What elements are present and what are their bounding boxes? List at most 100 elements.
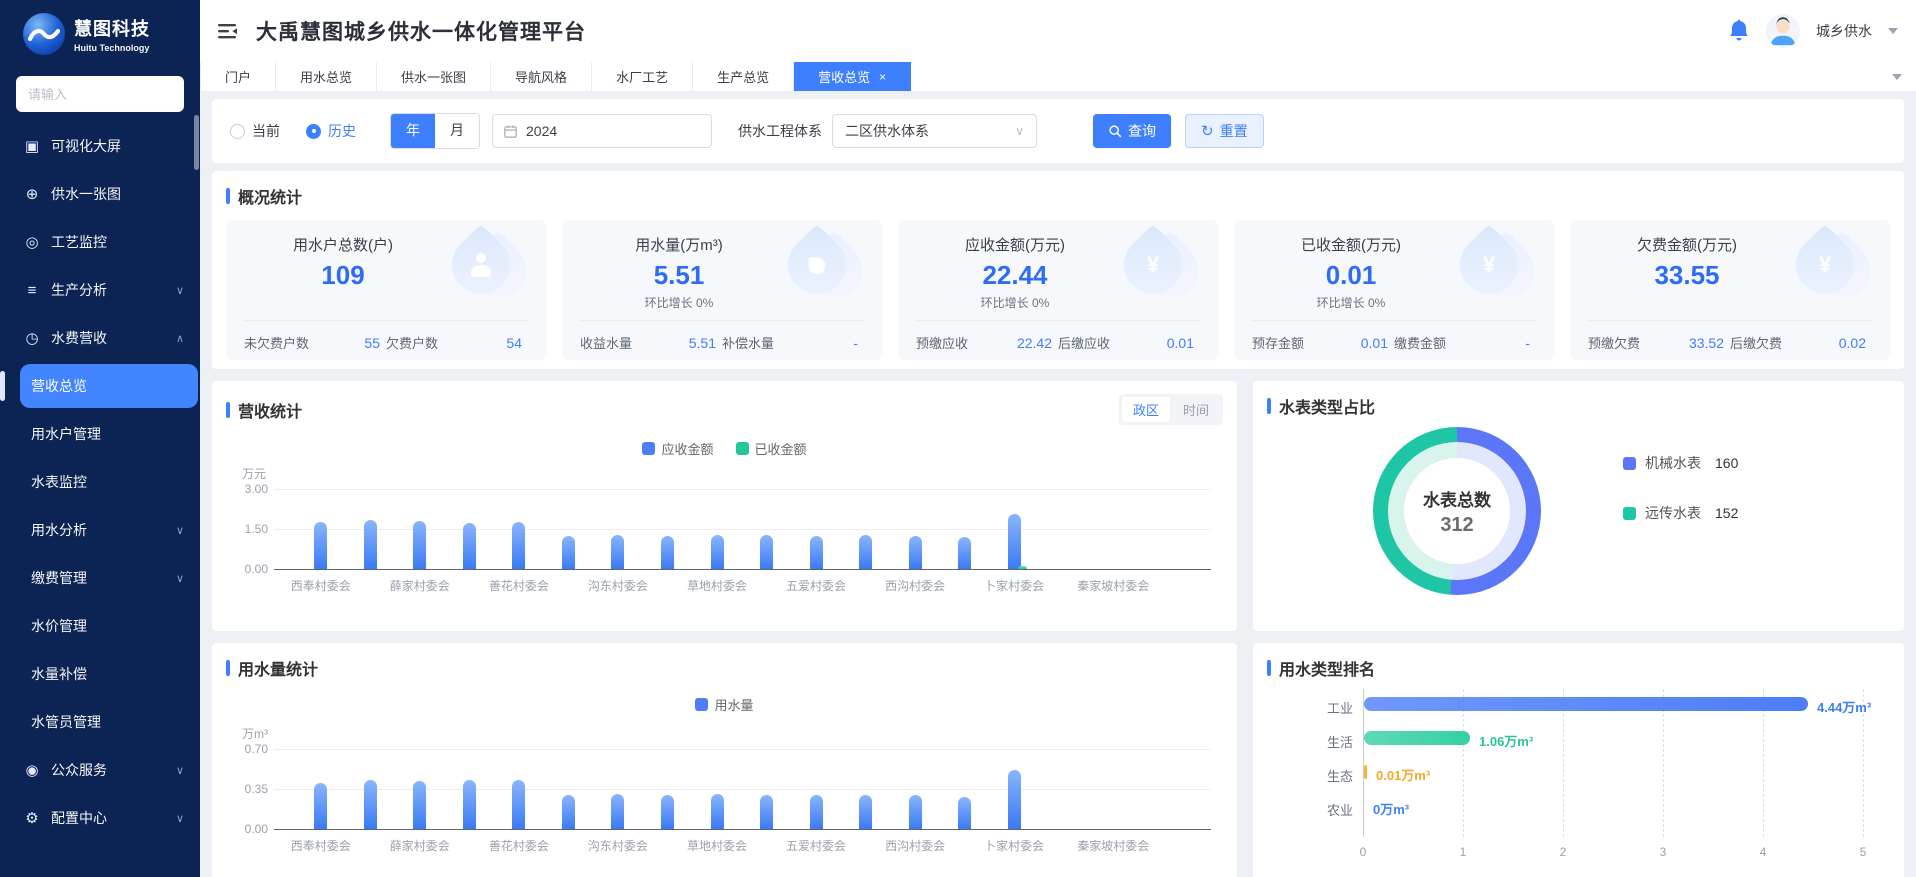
stat-subitem-value: 55 (309, 335, 386, 351)
sidebar-item-13[interactable]: ◉公众服务∨ (0, 746, 200, 794)
radio-dot-icon (230, 124, 245, 139)
meter-type-title: 水表类型占比 (1267, 394, 1375, 418)
bell-icon[interactable] (1728, 19, 1750, 43)
rank-value-label: 0万m³ (1373, 799, 1409, 818)
bar-用水量-11 (859, 795, 872, 829)
sidebar-item-label: 营收总览 (31, 376, 87, 396)
stat-card-value: 109 (244, 260, 528, 291)
legend-item[interactable]: 机械水表 160 (1623, 453, 1738, 473)
tab-6[interactable]: 营收总览× (794, 62, 911, 91)
x-axis-label: 西沟村委会 (860, 837, 970, 854)
y-axis-line (1363, 689, 1364, 837)
bar-用水量-3 (463, 780, 476, 829)
tab-0[interactable]: 门户 (200, 62, 276, 91)
sidebar-subitem-8[interactable]: 用水分析∨ (0, 506, 200, 554)
sidebar-item-3[interactable]: ≡生产分析∨ (0, 266, 200, 314)
legend-item[interactable]: 远传水表152 (1623, 503, 1738, 523)
bar-用水量-9 (760, 795, 773, 829)
bar-应收金额-13 (958, 537, 971, 569)
sidebar-item-14[interactable]: ⚙配置中心∨ (0, 794, 200, 842)
bar-用水量-7 (661, 795, 674, 829)
sidebar-subitem-6[interactable]: 用水户管理 (0, 410, 200, 458)
stat-card-value: 33.55 (1588, 260, 1872, 291)
tab-5[interactable]: 生产总览 (693, 62, 794, 91)
sidebar-scrollbar-thumb[interactable] (194, 115, 199, 170)
usage-chart: 万m³0.000.350.70西奉村委会薛家村委会善花村委会沟东村委会草地村委会… (226, 727, 1223, 877)
tab-label: 生产总览 (717, 67, 769, 86)
sidebar-item-label: 水表监控 (31, 472, 87, 492)
tab-label: 门户 (225, 67, 251, 86)
meter-type-panel: 水表类型占比 水表总数 312 机械水表160远传水表152 (1253, 381, 1904, 631)
sidebar-item-4[interactable]: ◷水费营收∧ (0, 314, 200, 362)
period-year-button[interactable]: 年 (391, 114, 435, 148)
legend-swatch (1623, 507, 1636, 520)
scope-radio-group: 当前 历史 (230, 121, 356, 141)
x-axis-label: 五爱村委会 (761, 837, 871, 854)
sidebar-item-1[interactable]: ⊕供水一张图 (0, 170, 200, 218)
revenue-toggle-政区[interactable]: 政区 (1122, 397, 1170, 422)
radio-0[interactable]: 当前 (230, 121, 280, 141)
tab-1[interactable]: 用水总览 (276, 62, 377, 91)
x-tick-label: 1 (1460, 845, 1467, 859)
system-select[interactable]: 二区供水体系 ∨ (832, 114, 1037, 148)
user-name[interactable]: 城乡供水 (1816, 21, 1872, 41)
sidebar-item-label: 缴费管理 (31, 568, 87, 588)
sidebar-item-0[interactable]: ▣可视化大屏 (0, 122, 200, 170)
period-segmented: 年月 (390, 113, 480, 149)
stat-card-subitem: 预缴应收22.42 (916, 333, 1058, 352)
legend-item[interactable]: 已收金额 (736, 439, 807, 458)
sidebar-item-label: 可视化大屏 (51, 136, 121, 156)
sidebar-subitem-11[interactable]: 水量补偿 (0, 650, 200, 698)
revenue-chart: 万元0.001.503.00西奉村委会薛家村委会善花村委会沟东村委会草地村委会五… (226, 467, 1223, 617)
bar-用水量-6 (611, 794, 624, 829)
sidebar-search-input[interactable] (16, 76, 184, 112)
stat-card-title: 欠费金额(万元) (1588, 234, 1872, 255)
avatar[interactable] (1766, 14, 1800, 48)
chevron-down-icon: ∨ (176, 284, 184, 297)
legend-item[interactable]: 应收金额 (642, 439, 713, 458)
menu-collapse-icon[interactable] (218, 23, 238, 40)
legend-label: 机械水表 (1645, 453, 1701, 473)
x-tick-label: 2 (1560, 845, 1567, 859)
stat-subitem-label: 预存金额 (1252, 333, 1304, 352)
tab-3[interactable]: 导航风格 (491, 62, 592, 91)
rank-value-label: 0.01万m³ (1376, 765, 1430, 784)
sidebar-item-label: 用水户管理 (31, 424, 101, 444)
sidebar-subitem-5[interactable]: 营收总览 (0, 362, 200, 410)
radio-label: 历史 (328, 121, 356, 141)
radio-1[interactable]: 历史 (306, 121, 356, 141)
reset-button[interactable]: ↻ 重置 (1185, 114, 1264, 148)
tab-close-icon[interactable]: × (879, 70, 886, 84)
tabbar-caret-down-icon[interactable] (1892, 74, 1902, 80)
legend-item[interactable]: 用水量 (695, 695, 753, 714)
period-month-button[interactable]: 月 (435, 114, 479, 148)
sidebar-item-2[interactable]: ◎工艺监控 (0, 218, 200, 266)
year-picker[interactable]: 2024 (492, 114, 712, 148)
bar-用水量-8 (711, 794, 724, 829)
gridline-dashed (1663, 689, 1664, 837)
sidebar-subitem-10[interactable]: 水价管理 (0, 602, 200, 650)
stat-card-value: 0.01 (1252, 260, 1536, 291)
sidebar-subitem-9[interactable]: 缴费管理∨ (0, 554, 200, 602)
search-button[interactable]: 查询 (1093, 114, 1171, 148)
stat-card-growth: 环比增长 0% (1252, 294, 1536, 311)
tab-4[interactable]: 水厂工艺 (592, 62, 693, 91)
rank-category-label: 农业 (1301, 800, 1353, 819)
stat-card-title: 用水量(万m³) (580, 234, 864, 255)
sidebar-item-label: 工艺监控 (51, 232, 107, 252)
bar-应收金额-2 (413, 521, 426, 569)
brand-name: 慧图科技 (74, 15, 150, 41)
stat-subitem-label: 缴费金额 (1394, 333, 1446, 352)
sidebar-subitem-12[interactable]: 水管员管理 (0, 698, 200, 746)
revenue-toggle-时间[interactable]: 时间 (1172, 397, 1220, 422)
stat-card-subitem: 收益水量5.51 (580, 333, 722, 352)
stat-subitem-label: 预缴欠费 (1588, 333, 1640, 352)
gridline (274, 569, 1211, 570)
tab-2[interactable]: 供水一张图 (377, 62, 491, 91)
sidebar-item-label: 水价管理 (31, 616, 87, 636)
legend-value: 160 (1715, 455, 1738, 471)
sidebar-subitem-7[interactable]: 水表监控 (0, 458, 200, 506)
user-caret-down-icon[interactable] (1888, 28, 1898, 34)
x-axis-label: 善花村委会 (464, 837, 574, 854)
tab-label: 导航风格 (515, 67, 567, 86)
